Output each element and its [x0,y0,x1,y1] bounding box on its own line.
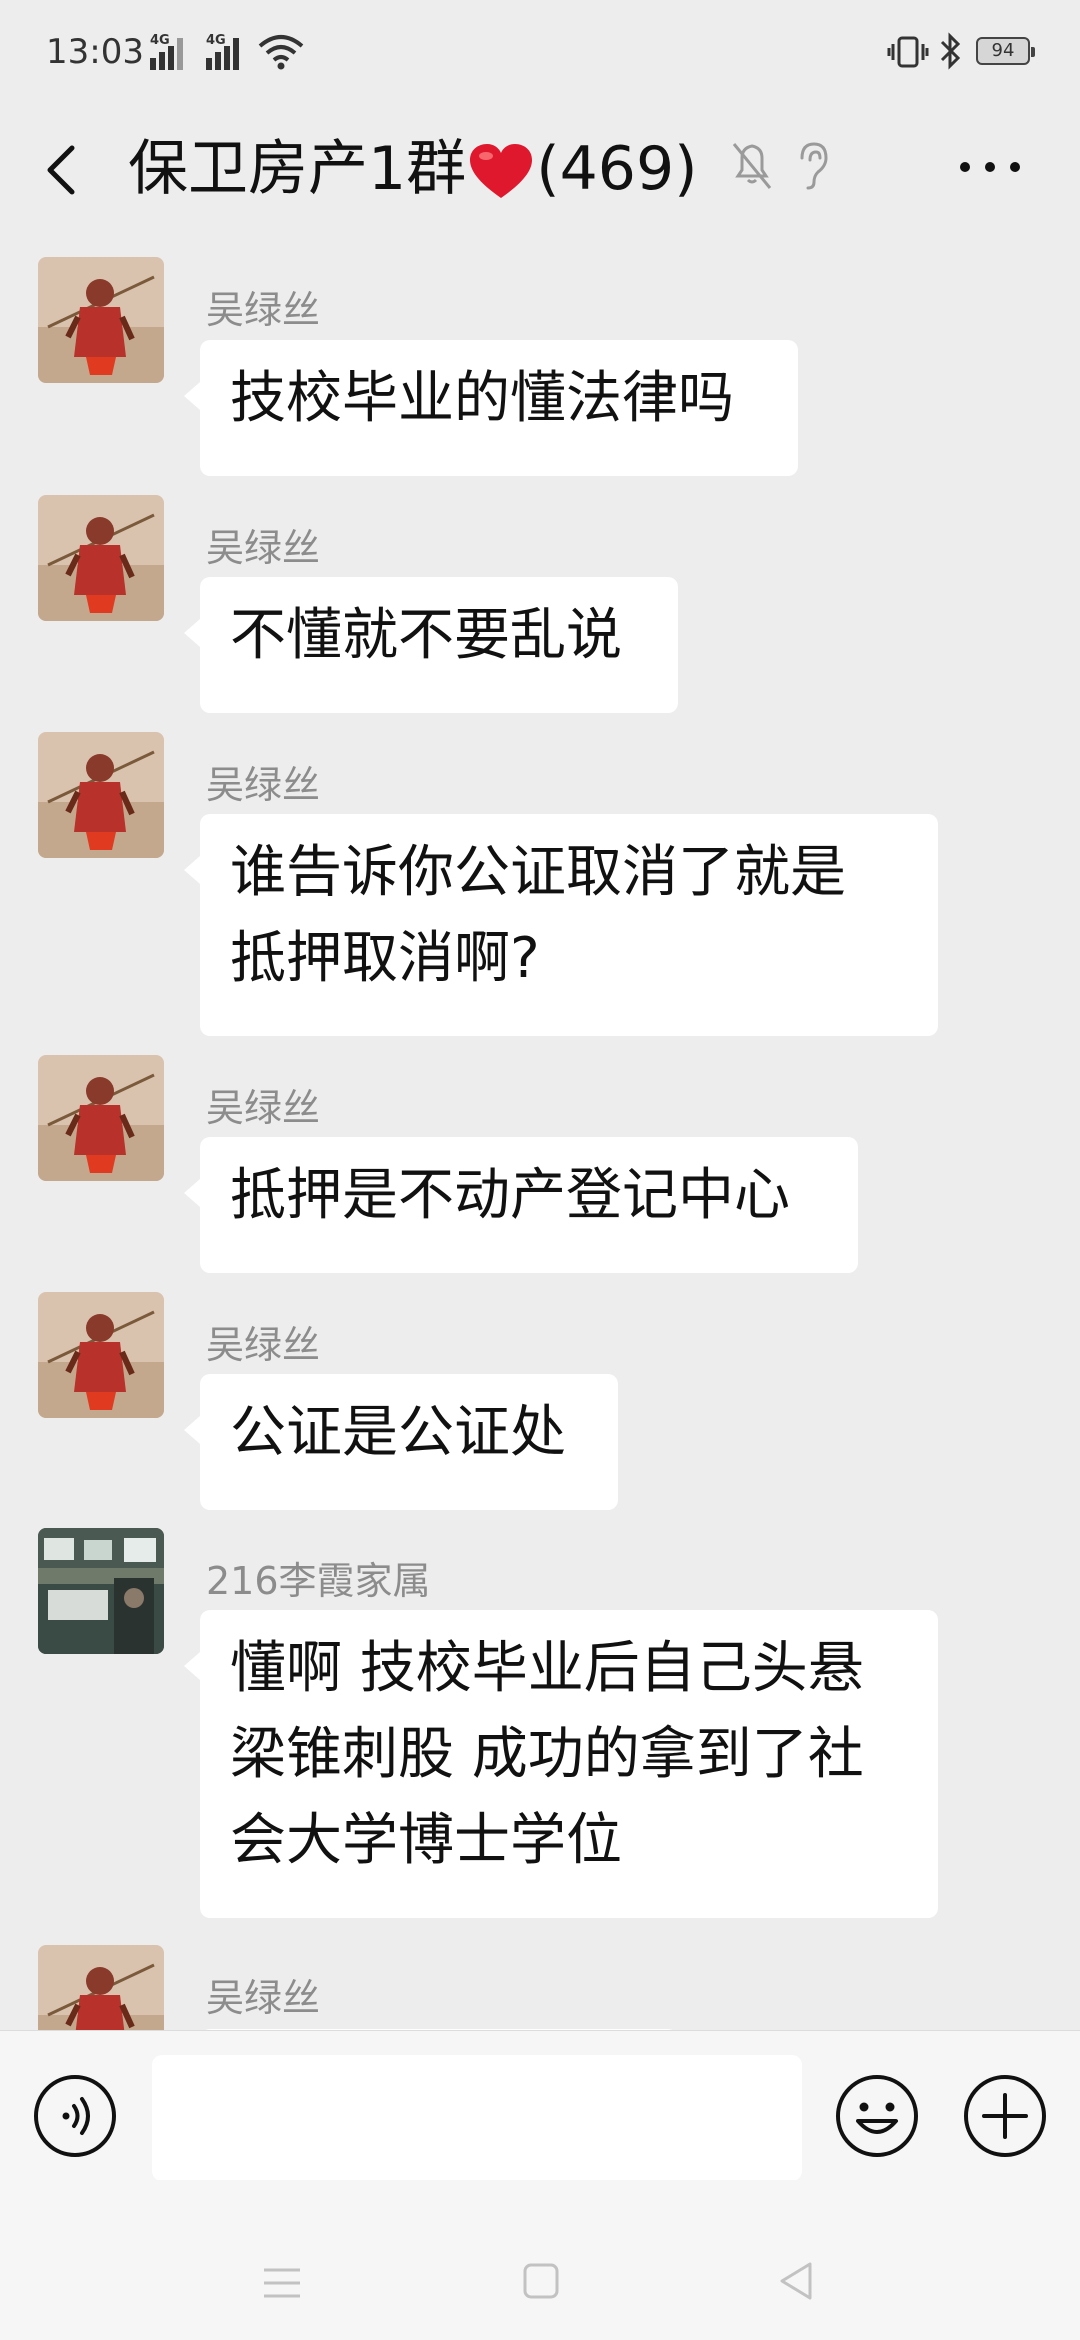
group-name: 保卫房产1群 [128,134,467,204]
input-bar [0,2030,1080,2181]
chat-header: 保卫房产1群 (469) [0,110,1080,235]
member-count: (469) [536,134,698,204]
smiley-icon[interactable] [834,2073,920,2159]
vibrate-icon [887,36,929,68]
avatar[interactable] [38,1292,164,1418]
message-text: 抵押是不动产登记中心 [230,1163,790,1228]
message-item: 吴绿丝 抵押是不动产登记中心 [0,1055,1080,1273]
message-item: 吴绿丝 不懂就不要乱说 [0,495,1080,713]
message-bubble[interactable]: 谁告诉你公证取消了就是 抵押取消啊? [184,814,938,1036]
sender-name: 吴绿丝 [206,1323,321,1367]
wifi-icon [258,35,304,70]
signal-sim1-icon: 4G [150,34,190,70]
status-time: 13:03 [46,32,144,72]
sender-name: 吴绿丝 [206,1086,321,1130]
avatar[interactable] [38,495,164,621]
message-item: 216李霞家属 懂啊 技校毕业后自己头悬 梁锥刺股 成功的拿到了社 会大学博士学… [0,1528,1080,1948]
sender-name: 吴绿丝 [206,1976,321,2020]
message-line: 梁锥刺股 成功的拿到了社 [230,1722,864,1787]
message-text: 公证是公证处 [230,1400,566,1465]
sender-name: 216李霞家属 [206,1559,431,1603]
message-bubble[interactable]: 抵押是不动产登记中心 [184,1137,858,1273]
system-nav-bar [0,2180,1080,2340]
bell-off-icon [732,143,772,189]
message-bubble[interactable]: 公证是公证处 [184,1374,618,1510]
sender-name: 吴绿丝 [206,288,321,332]
avatar[interactable] [38,732,164,858]
battery-icon: 94 [976,37,1035,65]
message-bubble[interactable]: 懂啊 技校毕业后自己头悬 梁锥刺股 成功的拿到了社 会大学博士学位 [184,1610,938,1918]
heart-icon [470,144,533,199]
plus-circle-icon[interactable] [962,2073,1048,2159]
signal-sim2-icon: 4G [206,34,250,70]
sender-name: 吴绿丝 [206,526,321,570]
message-list[interactable]: 吴绿丝 技校毕业的懂法律吗 吴绿丝 不懂就不要乱说 吴绿丝 谁告诉你公证取消了就… [0,235,1080,2030]
avatar[interactable] [38,257,164,383]
more-horizontal-icon[interactable] [958,158,1022,178]
avatar[interactable] [38,1945,164,2030]
sender-name: 吴绿丝 [206,763,321,807]
message-item: 吴绿丝 谁告诉你公证取消了就是 抵押取消啊? [0,732,1080,1036]
home-icon[interactable] [522,2262,560,2300]
bluetooth-icon [940,32,961,70]
avatar[interactable] [38,1055,164,1181]
message-input[interactable] [152,2055,802,2181]
nav-back-icon[interactable] [776,2260,816,2302]
message-line: 谁告诉你公证取消了就是 [230,840,846,905]
message-bubble[interactable]: 技校毕业的懂法律吗 [184,340,798,476]
menu-icon[interactable] [262,2266,302,2300]
message-line: 懂啊 技校毕业后自己头悬 [230,1636,864,1701]
message-item: 吴绿丝 [0,1945,1080,2030]
message-item: 吴绿丝 技校毕业的懂法律吗 [0,257,1080,476]
status-bar: 13:03 4G 4G 94 [0,0,1080,110]
message-line: 抵押取消啊? [230,926,540,991]
avatar[interactable] [38,1528,164,1654]
ear-icon [800,142,828,190]
message-text: 不懂就不要乱说 [230,603,622,668]
message-item: 吴绿丝 公证是公证处 [0,1292,1080,1510]
chevron-left-icon[interactable] [38,138,86,202]
message-line: 会大学博士学位 [230,1808,622,1873]
message-text: 技校毕业的懂法律吗 [230,366,734,431]
message-bubble[interactable]: 不懂就不要乱说 [184,577,678,713]
page-title: 保卫房产1群 (469) [128,124,698,214]
voice-icon[interactable] [32,2073,118,2159]
